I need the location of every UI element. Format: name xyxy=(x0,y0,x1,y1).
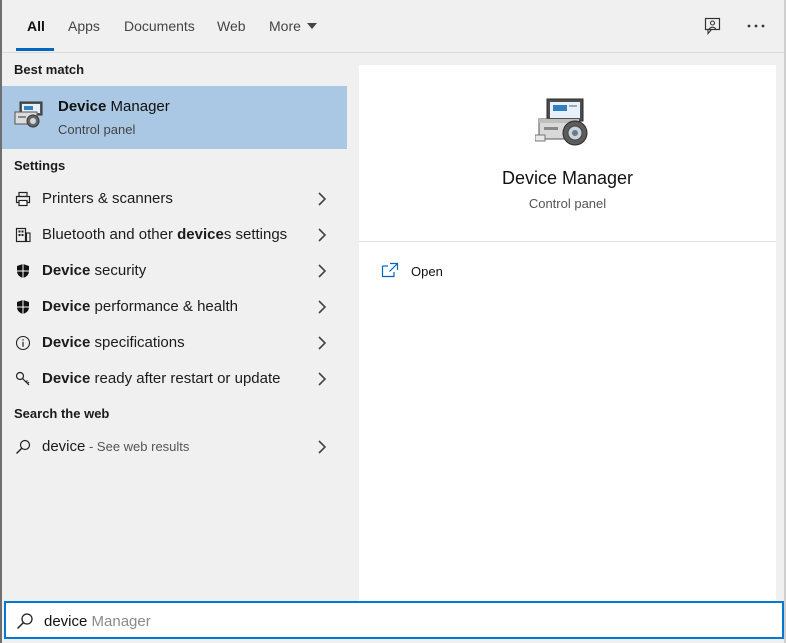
preview-title: Device Manager xyxy=(501,168,634,188)
preview-subtitle: Control panel xyxy=(528,196,607,211)
settings-item-device-ready[interactable]: Device ready after restart or update xyxy=(2,361,347,397)
search-icon xyxy=(14,438,32,456)
chevron-right-icon[interactable] xyxy=(316,263,328,279)
printer-icon xyxy=(14,190,32,208)
tab-more[interactable]: More xyxy=(269,18,317,34)
search-icon xyxy=(16,613,33,630)
tab-all[interactable]: All xyxy=(27,18,45,34)
best-match-subtitle: Control panel xyxy=(58,122,136,137)
preview-divider xyxy=(359,241,776,242)
chevron-right-icon[interactable] xyxy=(316,439,328,455)
settings-heading: Settings xyxy=(14,158,66,173)
settings-item-device-security[interactable]: Device security xyxy=(2,253,347,289)
settings-item-label: Device ready after restart or update xyxy=(42,370,281,387)
search-autocomplete: Manager xyxy=(87,613,151,630)
device-manager-icon xyxy=(534,97,597,149)
search-input[interactable]: device Manager xyxy=(4,601,784,639)
tab-documents[interactable]: Documents xyxy=(124,18,195,34)
best-match-title: Device Manager xyxy=(58,98,170,115)
settings-item-printers-scanners[interactable]: Printers & scanners xyxy=(2,181,347,217)
settings-item-device-specifications[interactable]: Device specifications xyxy=(2,325,347,361)
tab-more-label: More xyxy=(269,18,301,34)
chevron-right-icon[interactable] xyxy=(316,227,328,243)
more-options-icon[interactable] xyxy=(744,14,768,38)
web-result-device[interactable]: device - See web results xyxy=(2,429,347,465)
search-tabs: All Apps Documents Web More xyxy=(2,0,784,53)
open-button[interactable]: Open xyxy=(381,260,501,284)
chevron-right-icon[interactable] xyxy=(316,371,328,387)
shield-icon xyxy=(14,298,32,316)
best-match-device-manager[interactable]: Device Manager Control panel xyxy=(2,86,347,149)
chevron-right-icon[interactable] xyxy=(316,191,328,207)
bluetooth-devices-icon xyxy=(14,226,32,244)
tab-apps[interactable]: Apps xyxy=(68,18,100,34)
search-web-heading: Search the web xyxy=(14,406,110,421)
active-tab-indicator xyxy=(16,48,54,51)
results-pane: Best match Device Manager Control panel … xyxy=(2,53,347,601)
search-window: All Apps Documents Web More Best match D… xyxy=(0,0,786,643)
feedback-icon[interactable] xyxy=(701,14,725,38)
settings-item-label: Bluetooth and other devices settings xyxy=(42,226,288,243)
open-window-icon xyxy=(381,262,399,278)
settings-item-label: Device specifications xyxy=(42,334,185,351)
chevron-right-icon[interactable] xyxy=(316,335,328,351)
open-label: Open xyxy=(411,264,443,279)
settings-item-label: Device security xyxy=(42,262,147,279)
settings-item-device-performance[interactable]: Device performance & health xyxy=(2,289,347,325)
search-text[interactable]: device Manager xyxy=(44,613,151,630)
device-manager-icon xyxy=(12,98,46,132)
preview-pane: Device Manager Control panel Open xyxy=(359,65,776,601)
best-match-heading: Best match xyxy=(14,62,85,77)
key-icon xyxy=(14,370,32,388)
settings-item-label: Printers & scanners xyxy=(42,190,173,207)
chevron-down-icon xyxy=(306,23,317,29)
settings-item-label: Device performance & health xyxy=(42,298,238,315)
shield-icon xyxy=(14,262,32,280)
settings-item-bluetooth-devices[interactable]: Bluetooth and other devices settings xyxy=(2,217,347,253)
info-icon xyxy=(14,334,32,352)
tab-web[interactable]: Web xyxy=(217,18,246,34)
web-result-label: device - See web results xyxy=(42,438,190,455)
chevron-right-icon[interactable] xyxy=(316,299,328,315)
